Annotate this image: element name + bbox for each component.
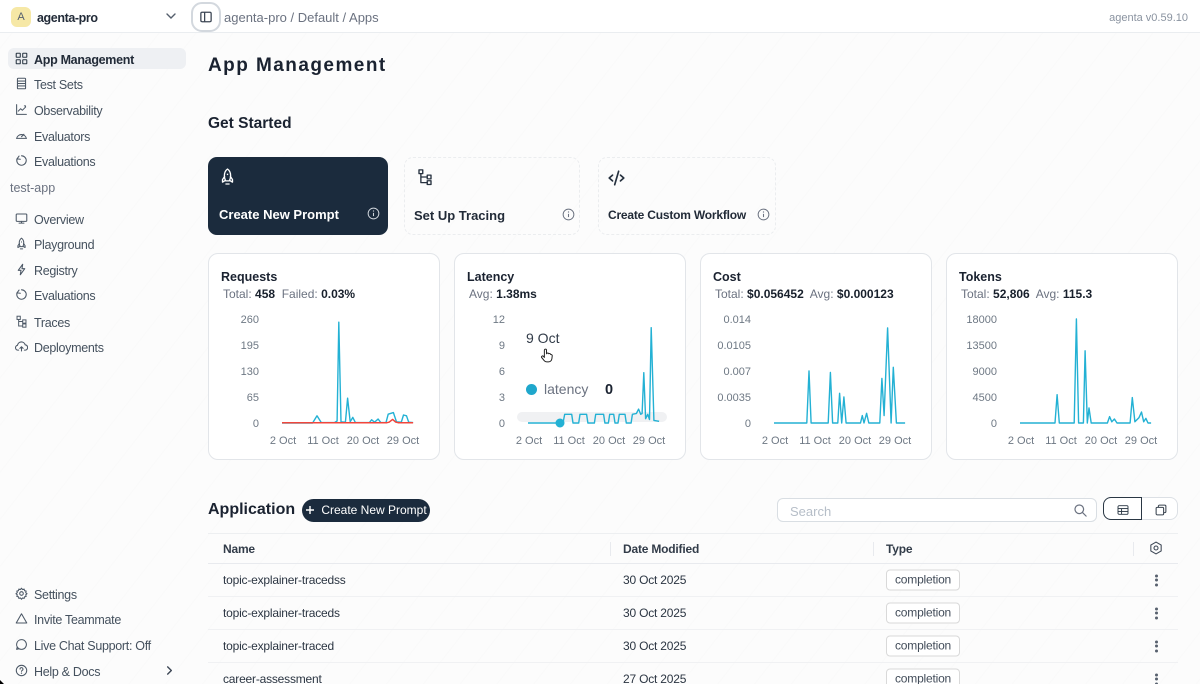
svg-text:2 Oct: 2 Oct: [516, 435, 542, 447]
svg-text:0: 0: [745, 418, 751, 430]
svg-text:29 Oct: 29 Oct: [633, 435, 665, 447]
svg-text:12: 12: [493, 314, 505, 326]
svg-text:11 Oct: 11 Oct: [1045, 435, 1077, 447]
svg-text:0.007: 0.007: [723, 366, 751, 378]
svg-text:0.014: 0.014: [723, 314, 751, 326]
svg-text:0: 0: [499, 418, 505, 430]
svg-text:29 Oct: 29 Oct: [387, 435, 419, 447]
svg-text:4500: 4500: [973, 392, 997, 404]
svg-text:13500: 13500: [966, 340, 997, 352]
svg-text:20 Oct: 20 Oct: [1085, 435, 1117, 447]
svg-text:29 Oct: 29 Oct: [879, 435, 911, 447]
svg-text:20 Oct: 20 Oct: [839, 435, 871, 447]
svg-text:0.0105: 0.0105: [717, 340, 751, 352]
svg-text:18000: 18000: [966, 314, 997, 326]
svg-text:65: 65: [247, 392, 259, 404]
svg-text:20 Oct: 20 Oct: [593, 435, 625, 447]
svg-text:11 Oct: 11 Oct: [799, 435, 831, 447]
svg-text:0: 0: [991, 418, 997, 430]
svg-text:29 Oct: 29 Oct: [1125, 435, 1157, 447]
svg-text:130: 130: [241, 366, 259, 378]
svg-text:9000: 9000: [973, 366, 997, 378]
svg-text:2 Oct: 2 Oct: [270, 435, 296, 447]
svg-text:2 Oct: 2 Oct: [762, 435, 788, 447]
svg-text:2 Oct: 2 Oct: [1008, 435, 1034, 447]
svg-text:3: 3: [499, 392, 505, 404]
svg-text:260: 260: [241, 314, 259, 326]
svg-text:11 Oct: 11 Oct: [553, 435, 585, 447]
svg-text:195: 195: [241, 340, 259, 352]
svg-text:0.0035: 0.0035: [717, 392, 751, 404]
svg-text:6: 6: [499, 366, 505, 378]
svg-text:0: 0: [253, 418, 259, 430]
svg-text:9: 9: [499, 340, 505, 352]
svg-text:20 Oct: 20 Oct: [347, 435, 379, 447]
svg-text:11 Oct: 11 Oct: [307, 435, 339, 447]
